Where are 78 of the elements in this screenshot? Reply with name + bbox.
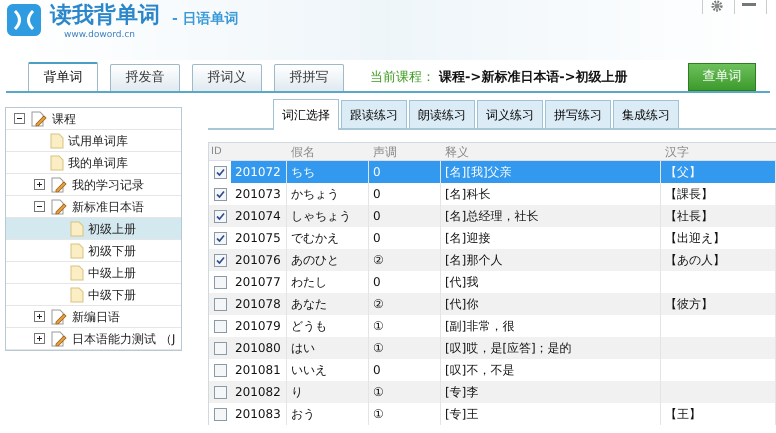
tree-label: 我的单词库 — [68, 154, 128, 172]
row-checkbox[interactable] — [214, 166, 226, 178]
table-cell: 201072 — [231, 161, 287, 183]
page-icon — [70, 242, 84, 258]
page-icon — [50, 132, 64, 148]
table-cell: 【王】 — [661, 403, 776, 425]
practice-tab[interactable]: 拼写练习 — [545, 100, 611, 128]
current-course-label: 当前课程： — [370, 68, 435, 86]
main-tab[interactable]: 背单词 — [28, 62, 98, 91]
tree-label: 新标准日本语 — [72, 198, 144, 216]
app-title: 读我背单词 — [50, 2, 160, 30]
table-cell: 201083 — [231, 403, 287, 425]
page-icon — [70, 264, 84, 280]
row-checkbox[interactable] — [214, 408, 226, 420]
tree-label: 初级下册 — [88, 242, 136, 260]
main-tab[interactable]: 捋拼写 — [274, 64, 344, 91]
current-course-path: 课程->新标准日本语->初级上册 — [439, 68, 628, 86]
collapse-icon[interactable] — [14, 113, 24, 124]
column-header: 声调 — [372, 144, 398, 160]
page-icon — [70, 220, 84, 236]
main-tab[interactable]: 捋词义 — [192, 64, 262, 91]
tree-label: 日本语能力测试 （J — [72, 330, 176, 348]
practice-tab[interactable]: 词义练习 — [477, 100, 543, 128]
table-cell: [专]王 — [441, 403, 661, 425]
table-cell: [名][我]父亲 — [441, 161, 661, 183]
settings-icon[interactable] — [710, 0, 724, 12]
practice-tab[interactable]: 朗读练习 — [409, 100, 475, 128]
row-checkbox[interactable] — [214, 210, 226, 222]
page-icon — [70, 286, 84, 302]
minimize-icon[interactable] — [742, 0, 756, 8]
practice-tab[interactable]: 词汇选择 — [273, 99, 339, 130]
row-checkbox[interactable] — [214, 386, 226, 398]
table-cell: おう — [287, 403, 369, 425]
expand-icon[interactable] — [34, 333, 44, 344]
table-row[interactable]: 201076 あのひと ② [名]那个人 【あの人】 — [209, 249, 776, 271]
practice-tab[interactable]: 跟读练习 — [341, 100, 407, 128]
table-cell: 0 — [369, 161, 441, 183]
tree-label: 中级下册 — [88, 286, 136, 304]
row-checkbox[interactable] — [214, 276, 226, 288]
row-checkbox[interactable] — [214, 254, 226, 266]
row-checkbox[interactable] — [214, 364, 226, 376]
row-checkbox[interactable] — [214, 342, 226, 354]
tree-label: 初级上册 — [88, 220, 136, 238]
tree-label: 我的学习记录 — [72, 176, 144, 194]
tree-label: 课程 — [52, 110, 76, 128]
row-checkbox[interactable] — [214, 232, 226, 244]
pencil-document-icon — [30, 110, 48, 126]
column-header: 释义 — [444, 144, 470, 160]
table-cell: 【父】 — [661, 161, 776, 183]
pencil-document-icon — [50, 176, 68, 192]
main-tab[interactable]: 捋发音 — [110, 64, 180, 91]
row-checkbox[interactable] — [214, 320, 226, 332]
collapse-icon[interactable] — [34, 201, 44, 212]
table-row[interactable]: 201082 り ① [专]李 — [209, 381, 776, 403]
table-cell: ① — [369, 403, 441, 425]
expand-icon[interactable] — [34, 311, 44, 322]
tree-item[interactable]: 初级上册 — [6, 218, 181, 240]
app-subtitle: - 日语单词 — [172, 10, 239, 29]
practice-tab[interactable]: 集成练习 — [613, 100, 679, 128]
column-header: ID — [210, 145, 223, 159]
logo-icon — [6, 3, 42, 37]
row-checkbox[interactable] — [214, 298, 226, 310]
table-row[interactable]: 201080 はい ① [叹]哎，是[应答]；是的 — [209, 337, 776, 359]
tree-label: 试用单词库 — [68, 132, 128, 150]
expand-icon[interactable] — [34, 179, 44, 190]
column-header: 假名 — [290, 144, 316, 160]
table-row[interactable]: 201078 あなた ② [代]你 【彼方】 — [209, 293, 776, 315]
row-checkbox[interactable] — [214, 188, 226, 200]
pencil-document-icon — [50, 308, 68, 324]
column-header: 汉字 — [664, 144, 690, 160]
pencil-document-icon — [50, 330, 68, 346]
page-icon — [50, 154, 64, 170]
website-url: www.doword.cn — [64, 30, 136, 40]
tree-label: 中级上册 — [88, 264, 136, 282]
table-cell: ちち — [287, 161, 369, 183]
table-row[interactable]: 201074 しゃちょう 0 [名]总经理，社长 【社長】 — [209, 205, 776, 227]
pencil-document-icon — [50, 198, 68, 214]
tree-label: 新编日语 — [72, 308, 120, 326]
